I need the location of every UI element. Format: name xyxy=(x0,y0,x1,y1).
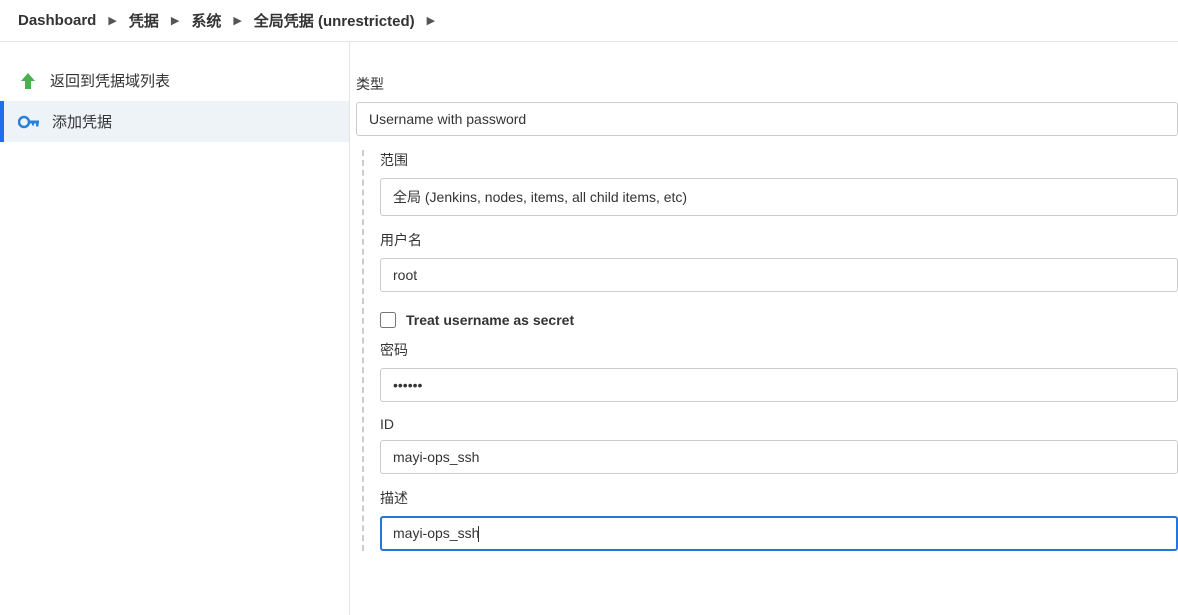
id-label: ID xyxy=(380,416,1178,432)
sidebar-item-back-label: 返回到凭据域列表 xyxy=(50,70,170,91)
breadcrumb-global-credentials[interactable]: 全局凭据 (unrestricted) xyxy=(254,10,415,31)
breadcrumb-credentials[interactable]: 凭据 xyxy=(129,10,159,31)
password-input[interactable]: •••••• xyxy=(380,368,1178,402)
breadcrumb-system[interactable]: 系统 xyxy=(191,10,221,31)
chevron-right-icon: ▶ xyxy=(229,14,245,27)
type-label: 类型 xyxy=(356,74,1178,94)
breadcrumb-dashboard[interactable]: Dashboard xyxy=(18,12,96,29)
up-arrow-icon xyxy=(18,71,38,91)
username-input[interactable] xyxy=(380,258,1178,292)
description-input[interactable]: mayi-ops_ssh xyxy=(380,516,1178,551)
sidebar-item-add-label: 添加凭据 xyxy=(52,111,112,132)
breadcrumb: Dashboard ▶ 凭据 ▶ 系统 ▶ 全局凭据 (unrestricted… xyxy=(0,0,1178,42)
username-label: 用户名 xyxy=(380,230,1178,250)
description-label: 描述 xyxy=(380,488,1178,508)
treat-secret-checkbox[interactable] xyxy=(380,312,396,328)
scope-select[interactable]: 全局 (Jenkins, nodes, items, all child ite… xyxy=(380,178,1178,216)
chevron-right-icon: ▶ xyxy=(167,14,183,27)
chevron-right-icon: ▶ xyxy=(104,14,120,27)
type-select[interactable]: Username with password xyxy=(356,102,1178,136)
sidebar-item-add-credentials[interactable]: 添加凭据 xyxy=(0,101,349,142)
sidebar: 返回到凭据域列表 添加凭据 xyxy=(0,42,350,615)
treat-secret-label[interactable]: Treat username as secret xyxy=(406,312,574,328)
key-icon xyxy=(18,114,40,130)
password-label: 密码 xyxy=(380,340,1178,360)
chevron-right-icon: ▶ xyxy=(423,14,439,27)
id-input[interactable] xyxy=(380,440,1178,474)
sidebar-item-back[interactable]: 返回到凭据域列表 xyxy=(0,60,349,101)
main-content: 类型 Username with password 范围 全局 (Jenkins… xyxy=(350,42,1178,615)
scope-label: 范围 xyxy=(380,150,1178,170)
